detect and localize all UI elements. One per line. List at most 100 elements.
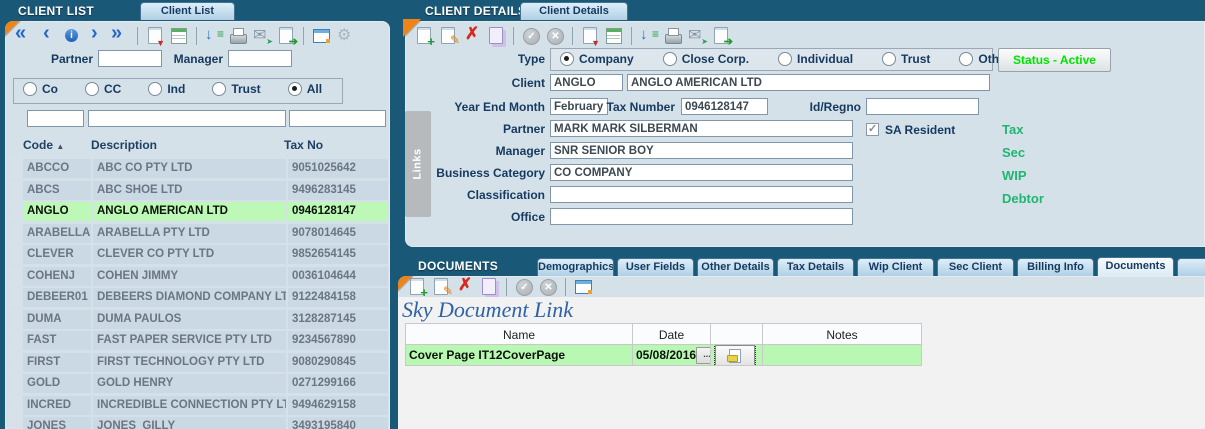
client-row-cohenj[interactable]: COHENJCOHEN JIMMY0036104644 <box>9 267 387 286</box>
taxno-search-input[interactable] <box>289 110 386 127</box>
grid-icon[interactable] <box>168 25 190 47</box>
tab-user-fields[interactable]: User Fields <box>617 258 694 276</box>
sort-icon[interactable] <box>203 25 225 47</box>
tab-wip-client[interactable]: Wip Client <box>857 258 934 276</box>
classification-field[interactable] <box>550 186 853 203</box>
copy-icon[interactable] <box>485 25 507 47</box>
tab-other-details[interactable]: Other Details <box>697 258 774 276</box>
radio-close-corp[interactable]: Close Corp. <box>663 52 749 66</box>
tab-demographics[interactable]: Demographics <box>537 258 614 276</box>
tab-tax-details[interactable]: Tax Details <box>777 258 854 276</box>
description-search-input[interactable] <box>88 110 286 127</box>
radio-individual[interactable]: Individual <box>778 52 853 66</box>
documents-panel: Sky Document Link Name Date Notes Cover … <box>398 276 1205 429</box>
document-row[interactable]: Cover Page IT12CoverPage05/08/2016... <box>405 345 922 366</box>
client-row-fast[interactable]: FASTFAST PAPER SERVICE PTY LTD9234567890 <box>9 331 387 350</box>
export-icon[interactable] <box>710 25 732 47</box>
last-icon[interactable] <box>109 25 131 47</box>
prev-icon[interactable] <box>37 25 59 47</box>
delete-icon[interactable] <box>454 276 476 298</box>
client-row-abcco[interactable]: ABCCOABC CO PTY LTD9051025642 <box>9 159 387 178</box>
mail-icon[interactable] <box>686 25 708 47</box>
client-row-duma[interactable]: DUMADUMA PAULOS3128287145 <box>9 310 387 329</box>
radio-co[interactable]: Co <box>23 82 58 96</box>
copy-icon[interactable] <box>478 276 500 298</box>
client-row-gold[interactable]: GOLDGOLD HENRY0271299166 <box>9 374 387 393</box>
form-icon[interactable] <box>310 25 332 47</box>
form-icon[interactable] <box>572 276 594 298</box>
report-icon[interactable] <box>144 25 166 47</box>
doc-notes-column-header[interactable]: Notes <box>762 323 922 345</box>
print-icon[interactable] <box>227 25 249 47</box>
code-search-input[interactable] <box>27 110 84 127</box>
cancel-icon[interactable] <box>544 25 566 47</box>
client-code-field[interactable] <box>550 74 623 91</box>
grid-icon[interactable] <box>603 25 625 47</box>
partner-field[interactable] <box>550 120 853 137</box>
radio-cc[interactable]: CC <box>85 82 121 96</box>
quick-link-wip[interactable]: WIP <box>1002 168 1044 184</box>
radio-trust[interactable]: Trust <box>212 82 260 96</box>
radio-label: Co <box>42 82 58 96</box>
accept-icon[interactable] <box>513 276 535 298</box>
partner-filter-label: Partner <box>5 52 93 66</box>
report-icon[interactable] <box>579 25 601 47</box>
client-row-clever[interactable]: CLEVERCLEVER CO PTY LTD9852654145 <box>9 245 387 264</box>
radio-company[interactable]: Company <box>560 52 634 66</box>
doc-date-column-header[interactable]: Date <box>632 323 710 345</box>
selector-column-header <box>9 138 23 152</box>
tab-documents[interactable]: Documents <box>1097 257 1174 276</box>
next-icon[interactable] <box>85 25 107 47</box>
cancel-icon[interactable] <box>537 276 559 298</box>
client-row-debeer01[interactable]: DEBEER01DEBEERS DIAMOND COMPANY LTD91224… <box>9 288 387 307</box>
id-regno-field[interactable] <box>866 98 979 115</box>
code-cell: GOLD <box>23 374 91 393</box>
info-icon[interactable] <box>61 25 83 47</box>
print-icon[interactable] <box>662 25 684 47</box>
tab-client-list[interactable]: Client List <box>140 2 235 20</box>
tab-sec-client[interactable]: Sec Client <box>937 258 1014 276</box>
tab-c[interactable]: C <box>1177 258 1205 276</box>
delete-icon[interactable] <box>461 25 483 47</box>
radio-ind[interactable]: Ind <box>148 82 185 96</box>
quick-link-sec[interactable]: Sec <box>1002 145 1044 161</box>
client-name-field[interactable] <box>627 74 990 91</box>
accept-icon[interactable] <box>520 25 542 47</box>
status-active-button[interactable]: Status - Active <box>998 48 1111 72</box>
date-browse-button[interactable]: ... <box>696 347 710 364</box>
taxno-cell: 9078014645 <box>288 224 388 243</box>
client-row-abcs[interactable]: ABCSABC SHOE LTD9496283145 <box>9 181 387 200</box>
quick-link-debtor[interactable]: Debtor <box>1002 191 1044 207</box>
export-icon[interactable] <box>275 25 297 47</box>
open-document-button[interactable] <box>715 345 755 366</box>
office-field[interactable] <box>550 208 853 225</box>
doc-name-column-header[interactable]: Name <box>405 323 632 345</box>
radio-label: Trust <box>901 52 930 66</box>
radio-trust[interactable]: Trust <box>882 52 930 66</box>
manager-label: Manager <box>405 144 545 158</box>
client-row-first[interactable]: FIRSTFIRST TECHNOLOGY PTY LTD9080290845 <box>9 353 387 372</box>
radio-all[interactable]: All <box>288 82 322 96</box>
code-column-label: Code <box>23 138 53 152</box>
taxno-column-header[interactable]: Tax No <box>284 138 384 152</box>
manager-field[interactable] <box>550 142 853 159</box>
edit-icon[interactable] <box>430 276 452 298</box>
client-row-anglo[interactable]: ANGLOANGLO AMERICAN LTD0946128147 <box>9 202 387 221</box>
code-column-header[interactable]: Code ▲ <box>23 138 91 152</box>
description-column-header[interactable]: Description <box>91 138 284 152</box>
business-category-field[interactable] <box>550 164 853 181</box>
tab-client-details[interactable]: Client Details <box>520 2 628 20</box>
sort-icon[interactable] <box>638 25 660 47</box>
client-row-jones[interactable]: JONESJONES GILLY3493195840 <box>9 417 387 429</box>
code-cell: JONES <box>23 417 91 429</box>
mail-icon[interactable] <box>251 25 273 47</box>
client-row-arabella[interactable]: ARABELLAARABELLA PTY LTD9078014645 <box>9 224 387 243</box>
tab-billing-info[interactable]: Billing Info <box>1017 258 1094 276</box>
row-selector-cell <box>9 245 21 264</box>
gear-icon[interactable] <box>334 25 356 47</box>
client-row-incred[interactable]: INCREDINCREDIBLE CONNECTION PTY LTD94946… <box>9 396 387 415</box>
edit-icon[interactable] <box>437 25 459 47</box>
manager-filter-input[interactable] <box>228 50 292 67</box>
sa-resident-checkbox[interactable] <box>866 123 879 136</box>
quick-link-tax[interactable]: Tax <box>1002 122 1044 138</box>
